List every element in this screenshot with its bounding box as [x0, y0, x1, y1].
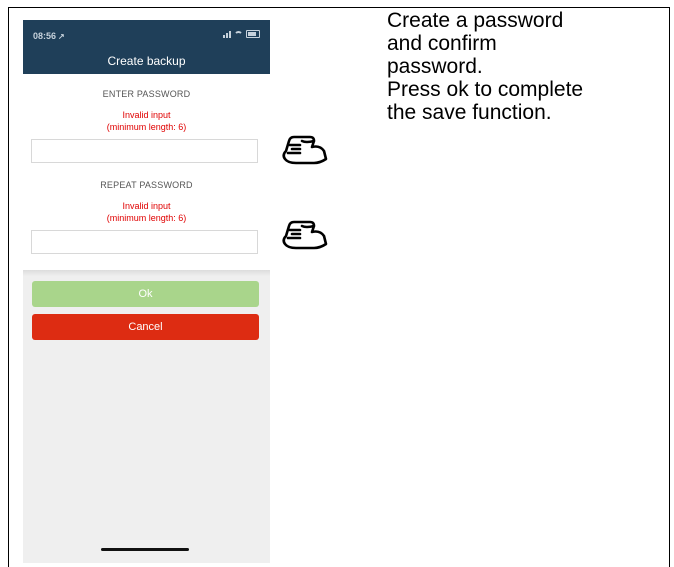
instructions-text: Create a password and confirm password. … — [387, 9, 662, 124]
pointing-hand-icon — [282, 220, 328, 250]
section-divider — [23, 270, 270, 276]
instruction-line: the save function. — [387, 101, 552, 124]
ok-button[interactable]: Ok — [32, 281, 259, 307]
repeat-password-error-detail: (minimum length: 6) — [106, 213, 187, 223]
status-icons — [223, 30, 260, 38]
repeat-password-error: Invalid input — [122, 201, 171, 211]
enter-password-label: ENTER PASSWORD — [102, 89, 191, 99]
instruction-line: Press ok to complete — [387, 78, 584, 101]
battery-icon — [246, 30, 260, 38]
cancel-button[interactable]: Cancel — [32, 314, 259, 340]
instruction-line: and confirm — [387, 32, 497, 55]
instruction-line: Create a password — [387, 9, 564, 32]
enter-password-error: Invalid input — [122, 110, 171, 120]
repeat-password-label: REPEAT PASSWORD — [100, 180, 193, 190]
status-time: 08:56 ↗ — [33, 31, 65, 41]
screen-title: Create backup — [107, 54, 186, 68]
phone-screen: 08:56 ↗ Create backup ENTER PASSWORD Inva… — [23, 20, 270, 563]
enter-password-error-detail: (minimum length: 6) — [106, 122, 187, 132]
home-indicator — [101, 548, 189, 551]
password-form: ENTER PASSWORD Invalid input (minimum le… — [23, 74, 270, 270]
enter-password-input[interactable] — [31, 139, 258, 163]
signal-icon — [223, 31, 231, 38]
status-time-text: 08:56 — [33, 31, 57, 41]
location-arrow-icon: ↗ — [58, 32, 65, 41]
instruction-line: password. — [387, 55, 483, 78]
pointing-hand-icon — [282, 135, 328, 165]
app-header: 08:56 ↗ Create backup — [23, 20, 270, 74]
wifi-icon — [234, 31, 243, 38]
repeat-password-input[interactable] — [31, 230, 258, 254]
